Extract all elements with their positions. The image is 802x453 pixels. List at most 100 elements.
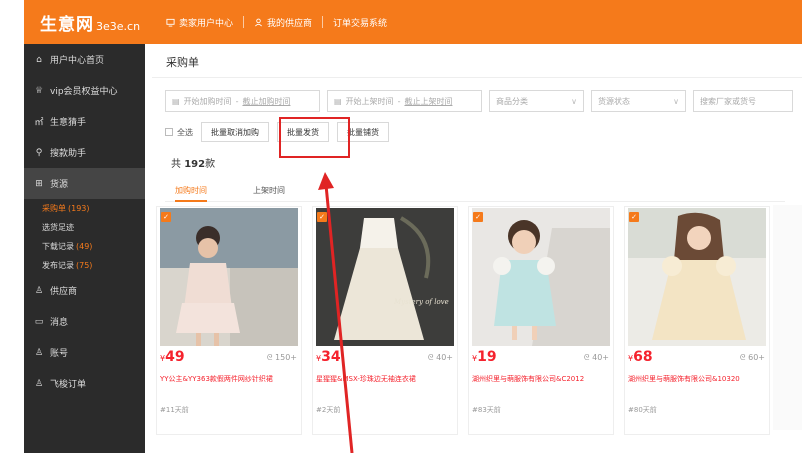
sales-value: 40+ xyxy=(436,353,453,362)
sidebar-item-account[interactable]: ♙ 账号 xyxy=(24,337,145,368)
category-select[interactable]: 商品分类 ∨ xyxy=(489,90,584,112)
sidebar-sub-downloads[interactable]: 下载记录 (49) xyxy=(24,237,145,256)
product-card[interactable]: ✓ ¥49 ᘓ 150+ YY公主&YY363款假两件网纱针织裙 #11天前 xyxy=(156,206,302,435)
product-title[interactable]: 湖州织里与萌服饰有限公司&10320 xyxy=(628,374,768,384)
sidebar-item-label: 搜款助手 xyxy=(50,149,87,159)
sales-count: ᘓ 60+ xyxy=(740,353,765,363)
product-age-tag: #80天前 xyxy=(628,406,657,414)
nav-my-suppliers-label: 我的供应商 xyxy=(267,18,313,29)
nav-order-system[interactable]: 订单交易系统 xyxy=(323,16,397,29)
product-image[interactable] xyxy=(628,208,766,346)
sidebar-item-vip[interactable]: ♕ vip会员权益中心 xyxy=(24,75,145,106)
shelf-time-start[interactable]: 开始上架时间 xyxy=(346,96,394,107)
crown-icon: ♕ xyxy=(34,85,44,96)
search-input-placeholder: 搜索厂家或货号 xyxy=(700,96,756,106)
sidebar-sub-label: 采购单 xyxy=(42,204,66,213)
shelf-time-range[interactable]: ▤ 开始上架时间 - 截止上架时间 xyxy=(327,90,482,112)
status-select[interactable]: 货源状态 ∨ xyxy=(591,90,686,112)
nav-seller-center-label: 卖家用户中心 xyxy=(179,18,234,29)
sidebar-item-label: 供应商 xyxy=(50,287,78,297)
sidebar: ⌂ 用户中心首页 ♕ vip会员权益中心 ㎡ 生意猜手 ⚲ 搜款助手 ⊞ 货源 … xyxy=(24,44,145,453)
nav-seller-center[interactable]: 卖家用户中心 xyxy=(156,16,243,29)
product-price: ¥49 xyxy=(160,349,185,365)
product-card[interactable]: ✓ ¥68 ᘓ 60+ 湖州织里与萌服饰有限公司&10320 #80天前 xyxy=(624,206,770,435)
calendar-icon: ▤ xyxy=(334,96,342,106)
sidebar-item-label: 货源 xyxy=(50,180,69,190)
sort-tabs: 加购时间 上架时间 xyxy=(165,182,785,202)
product-title[interactable]: 湖州织里与萌服饰有限公司&C2012 xyxy=(472,374,612,384)
product-card[interactable]: ✓ ¥19 ᘓ 40+ 湖州织里与萌服饰有限公司&C2012 #83天前 xyxy=(468,206,614,435)
price-value: 49 xyxy=(165,349,185,365)
product-age-tag: #83天前 xyxy=(472,406,501,414)
price-value: 34 xyxy=(321,349,341,365)
range-separator: - xyxy=(235,96,239,106)
logo-text-cn: 生意网 xyxy=(40,14,94,35)
sales-count: ᘓ 40+ xyxy=(584,353,609,363)
product-image[interactable] xyxy=(472,208,610,346)
product-card[interactable]: ✓ Mystery of love ¥34 ᘓ 40+ 星猩猩&MSX-珍珠边无… xyxy=(312,206,458,435)
order-icon: ♙ xyxy=(34,378,44,389)
item-count: 共 192款 xyxy=(171,155,215,170)
top-bar: 生意网 3e3e.cn 卖家用户中心 我的供应商 订单交易系统 xyxy=(24,0,802,44)
sidebar-item-source[interactable]: ⊞ 货源 xyxy=(24,168,145,199)
nav-order-system-label: 订单交易系统 xyxy=(333,18,388,29)
shelf-time-end[interactable]: 截止上架时间 xyxy=(404,96,452,107)
image-overlay-text: Mystery of love xyxy=(393,298,449,306)
chevron-down-icon: ∨ xyxy=(673,96,679,106)
select-all-checkbox[interactable]: 全选 xyxy=(165,127,193,138)
main-content: 采购单 ▤ 开始加购时间 - 截止加购时间 ▤ 开始上架时间 - 截止上架时间 … xyxy=(152,48,802,453)
monitor-icon xyxy=(166,18,175,27)
sidebar-item-shuttle-orders[interactable]: ♙ 飞梭订单 xyxy=(24,368,145,399)
sidebar-item-label: 账号 xyxy=(50,349,69,359)
user-icon: ♙ xyxy=(34,285,44,296)
sidebar-sub-publish[interactable]: 发布记录 (75) xyxy=(24,256,145,275)
price-value: 68 xyxy=(633,349,653,365)
card-checkbox[interactable]: ✓ xyxy=(473,212,483,222)
sidebar-item-supplier[interactable]: ♙ 供应商 xyxy=(24,275,145,306)
product-price: ¥68 xyxy=(628,349,653,365)
item-count-suffix: 款 xyxy=(205,159,216,170)
sidebar-sub-count: (75) xyxy=(76,261,93,270)
sidebar-sub-count: (49) xyxy=(76,242,93,251)
sidebar-item-business-guess[interactable]: ㎡ 生意猜手 xyxy=(24,106,145,137)
product-age-tag: #11天前 xyxy=(160,406,189,414)
sidebar-sub-count: (193) xyxy=(68,204,90,213)
tab-add-time[interactable]: 加购时间 xyxy=(175,182,207,202)
sidebar-sub-purchase-list[interactable]: 采购单 (193) xyxy=(24,199,145,218)
add-time-end[interactable]: 截止加购时间 xyxy=(242,96,290,107)
chart-icon: ㎡ xyxy=(34,118,44,128)
logo[interactable]: 生意网 3e3e.cn xyxy=(24,10,146,35)
product-title[interactable]: YY公主&YY363款假两件网纱针织裙 xyxy=(160,374,300,384)
search-input[interactable]: 搜索厂家或货号 xyxy=(693,90,793,112)
tab-shelf-time[interactable]: 上架时间 xyxy=(253,182,285,202)
product-grid: ✓ ¥49 ᘓ 150+ YY公主&YY363款假两件网纱针织裙 #11天前 ✓… xyxy=(156,206,770,435)
logo-text-en: 3e3e.cn xyxy=(96,19,141,33)
nav-my-suppliers[interactable]: 我的供应商 xyxy=(244,16,322,29)
sales-value: 150+ xyxy=(275,353,297,362)
sidebar-item-home[interactable]: ⌂ 用户中心首页 xyxy=(24,44,145,75)
range-separator: - xyxy=(397,96,401,106)
product-image[interactable] xyxy=(160,208,298,346)
product-price: ¥34 xyxy=(316,349,341,365)
sales-value: 40+ xyxy=(592,353,609,362)
sidebar-sub-footprint[interactable]: 选货足迹 xyxy=(24,218,145,237)
sales-count: ᘓ 150+ xyxy=(267,353,297,363)
highlight-box xyxy=(279,117,350,158)
grid-icon: ⊞ xyxy=(35,178,43,189)
batch-cancel-button[interactable]: 批量取消加购 xyxy=(201,122,269,142)
sidebar-item-label: 飞梭订单 xyxy=(50,380,87,390)
add-time-start[interactable]: 开始加购时间 xyxy=(184,96,232,107)
add-time-range[interactable]: ▤ 开始加购时间 - 截止加购时间 xyxy=(165,90,320,112)
select-all-label: 全选 xyxy=(177,127,193,137)
sidebar-item-messages[interactable]: ▭ 消息 xyxy=(24,306,145,337)
sidebar-item-search-helper[interactable]: ⚲ 搜款助手 xyxy=(24,137,145,168)
message-icon: ▭ xyxy=(34,316,44,327)
home-icon: ⌂ xyxy=(36,54,42,65)
card-checkbox[interactable]: ✓ xyxy=(629,212,639,222)
card-checkbox[interactable]: ✓ xyxy=(317,212,327,222)
chevron-down-icon: ∨ xyxy=(571,96,577,106)
card-checkbox[interactable]: ✓ xyxy=(161,212,171,222)
product-title[interactable]: 星猩猩&MSX-珍珠边无袖连衣裙 xyxy=(316,374,456,384)
filter-bar: ▤ 开始加购时间 - 截止加购时间 ▤ 开始上架时间 - 截止上架时间 商品分类… xyxy=(165,90,793,112)
product-image[interactable]: Mystery of love xyxy=(316,208,454,346)
